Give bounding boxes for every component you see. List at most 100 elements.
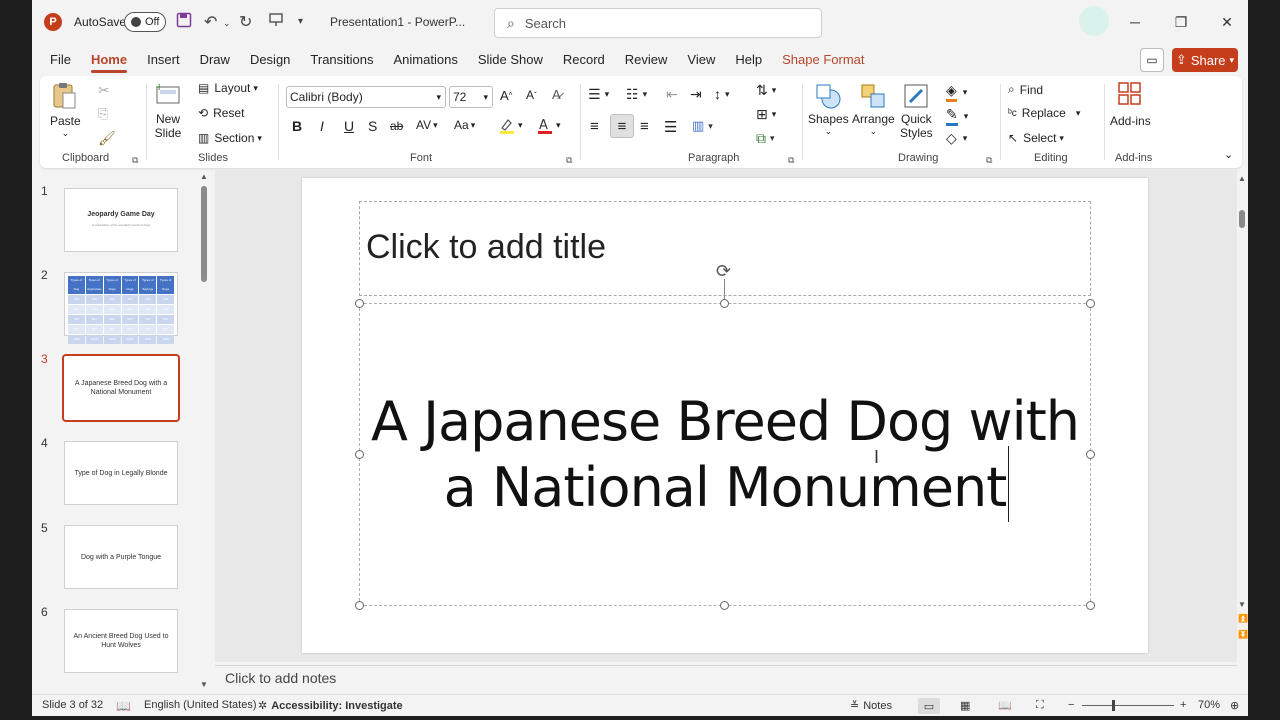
format-painter-icon[interactable]: 🖌: [98, 130, 116, 147]
font-color-button[interactable]: A ▾: [536, 116, 561, 134]
fit-to-window-icon[interactable]: ⊕: [1230, 699, 1239, 712]
reset-button[interactable]: ⟲ Reset: [198, 106, 244, 120]
increase-indent-icon[interactable]: ⇥: [690, 86, 702, 103]
resize-handle-left[interactable]: [355, 450, 364, 459]
language-indicator[interactable]: English (United States): [144, 699, 257, 711]
decrease-font-size-icon[interactable]: Aˇ: [526, 88, 537, 102]
save-icon[interactable]: [176, 12, 192, 28]
cut-icon[interactable]: ✂: [98, 82, 110, 99]
numbering-icon[interactable]: ☷ ▾: [626, 86, 647, 103]
font-size-select[interactable]: 72 ▾: [449, 86, 493, 108]
resize-handle-bottom-left[interactable]: [355, 601, 364, 610]
layout-button[interactable]: ▤ Layout ▾: [198, 81, 258, 95]
zoom-out-icon[interactable]: −: [1068, 699, 1074, 711]
shapes-button[interactable]: Shapes ⌄: [808, 82, 849, 137]
shape-effects-icon[interactable]: ◇ ▾: [946, 130, 967, 147]
align-right-icon[interactable]: ≡: [640, 118, 649, 135]
clipboard-launcher-icon[interactable]: ⧉: [132, 155, 142, 165]
slide-thumbnail-3[interactable]: A Japanese Breed Dog with a National Mon…: [62, 354, 180, 422]
align-center-icon[interactable]: ≡: [610, 114, 634, 138]
select-button[interactable]: ↖ Select ▾: [1008, 131, 1064, 145]
italic-button[interactable]: I: [320, 118, 324, 134]
underline-button[interactable]: U: [344, 118, 354, 134]
close-icon[interactable]: ✕: [1212, 10, 1242, 34]
font-launcher-icon[interactable]: ⧉: [566, 155, 576, 165]
copy-icon[interactable]: ⎘: [98, 106, 108, 122]
tab-record[interactable]: Record: [553, 46, 615, 74]
slide-scrollbar[interactable]: ▲ ▼ ⏫ ⏬: [1236, 172, 1248, 662]
content-text-box[interactable]: A Japanese Breed Dog with a National Monu…: [359, 303, 1091, 606]
section-button[interactable]: ▥ Section ▾: [198, 131, 262, 145]
arrange-button[interactable]: Arrange ⌄: [852, 82, 895, 137]
avatar[interactable]: [1079, 6, 1109, 36]
notes-pane[interactable]: Click to add notes: [215, 665, 1237, 691]
reading-view-icon[interactable]: 📖: [998, 699, 1012, 712]
tab-design[interactable]: Design: [240, 46, 300, 74]
slide-thumbnail-6[interactable]: An Ancient Breed Dog Used to Hunt Wolves: [64, 609, 178, 673]
tab-slide-show[interactable]: Slide Show: [468, 46, 553, 74]
change-case-button[interactable]: Aa ▾: [454, 118, 475, 132]
normal-view-icon[interactable]: ▭: [918, 698, 940, 714]
shape-fill-icon[interactable]: ◈ ▾: [946, 82, 967, 102]
increase-font-size-icon[interactable]: A ^: [500, 88, 512, 103]
slide-thumbnail-4[interactable]: Type of Dog in Legally Blonde: [64, 441, 178, 505]
scrollbar-thumb[interactable]: [1239, 210, 1245, 228]
zoom-slider-thumb[interactable]: [1112, 700, 1115, 711]
paste-button[interactable]: Paste ⌄: [50, 82, 81, 139]
resize-handle-bottom-right[interactable]: [1086, 601, 1095, 610]
search-box[interactable]: ⌕ Search: [494, 8, 822, 38]
align-text-icon[interactable]: ⊞ ▾: [756, 106, 776, 123]
slide-thumbnail-1[interactable]: Jeopardy Game Day A celebration of the w…: [64, 188, 178, 252]
previous-slide-icon[interactable]: ⏫: [1238, 614, 1248, 623]
shape-outline-icon[interactable]: ✎ ▾: [946, 106, 968, 126]
quick-styles-button[interactable]: Quick Styles: [900, 82, 933, 140]
slide-thumbnail-2[interactable]: Types of Dog Types of Appreciate Types of …: [64, 272, 178, 344]
find-button[interactable]: ⌕ Find: [1008, 82, 1043, 97]
tab-file[interactable]: File: [40, 46, 81, 74]
scroll-up-icon[interactable]: ▲: [1238, 174, 1246, 183]
zoom-in-icon[interactable]: +: [1180, 699, 1186, 711]
undo-icon[interactable]: ↶: [204, 12, 217, 32]
present-from-start-icon[interactable]: [268, 12, 284, 28]
resize-handle-top-left[interactable]: [355, 299, 364, 308]
scroll-down-icon[interactable]: ▼: [200, 680, 208, 689]
font-name-select[interactable]: Calibri (Body) ▾: [286, 86, 446, 108]
add-ins-button[interactable]: Add-ins: [1110, 80, 1151, 128]
bullets-icon[interactable]: ☰ ▾: [588, 86, 609, 103]
customize-toolbar-icon[interactable]: ▾: [298, 16, 303, 27]
rotate-handle-icon[interactable]: ⟳: [716, 261, 731, 282]
tab-draw[interactable]: Draw: [190, 46, 240, 74]
decrease-indent-icon[interactable]: ⇤: [666, 86, 678, 103]
justify-icon[interactable]: ☰: [664, 118, 677, 136]
autosave-toggle[interactable]: Off: [124, 12, 166, 32]
tab-view[interactable]: View: [677, 46, 725, 74]
comments-button[interactable]: ▭: [1140, 48, 1164, 72]
tab-review[interactable]: Review: [615, 46, 678, 74]
clear-formatting-icon[interactable]: A̷: [552, 87, 561, 102]
undo-dropdown-icon[interactable]: ⌄: [223, 18, 231, 29]
character-spacing-button[interactable]: AV ▾: [416, 118, 438, 132]
scrollbar-thumb[interactable]: [201, 186, 207, 282]
resize-handle-top-right[interactable]: [1086, 299, 1095, 308]
share-button[interactable]: ⇪ Share ▾: [1172, 48, 1238, 72]
scroll-down-icon[interactable]: ▼: [1238, 600, 1246, 609]
next-slide-icon[interactable]: ⏬: [1238, 630, 1248, 639]
resize-handle-right[interactable]: [1086, 450, 1095, 459]
columns-icon[interactable]: ▥ ▾: [692, 118, 713, 134]
strikethrough-button[interactable]: ab: [390, 119, 403, 133]
resize-handle-bottom[interactable]: [720, 601, 729, 610]
scroll-up-icon[interactable]: ▲: [200, 172, 208, 181]
tab-shape-format[interactable]: Shape Format: [772, 46, 874, 74]
highlight-color-button[interactable]: ▾: [498, 116, 523, 134]
minimize-icon[interactable]: ─: [1120, 10, 1150, 34]
notes-toggle-button[interactable]: ≚ Notes: [850, 699, 892, 713]
spell-check-icon[interactable]: 📖: [116, 699, 131, 713]
slide-thumbnail-5[interactable]: Dog with a Purple Tongue: [64, 525, 178, 589]
tab-insert[interactable]: Insert: [137, 46, 190, 74]
text-shadow-button[interactable]: S: [368, 118, 377, 134]
paragraph-launcher-icon[interactable]: ⧉: [788, 155, 798, 165]
collapse-ribbon-icon[interactable]: ⌄: [1224, 148, 1233, 161]
slide-show-icon[interactable]: ⛶: [1036, 699, 1044, 712]
zoom-level[interactable]: 70%: [1198, 699, 1220, 711]
accessibility-button[interactable]: ✲ Accessibility: Investigate: [258, 699, 403, 713]
